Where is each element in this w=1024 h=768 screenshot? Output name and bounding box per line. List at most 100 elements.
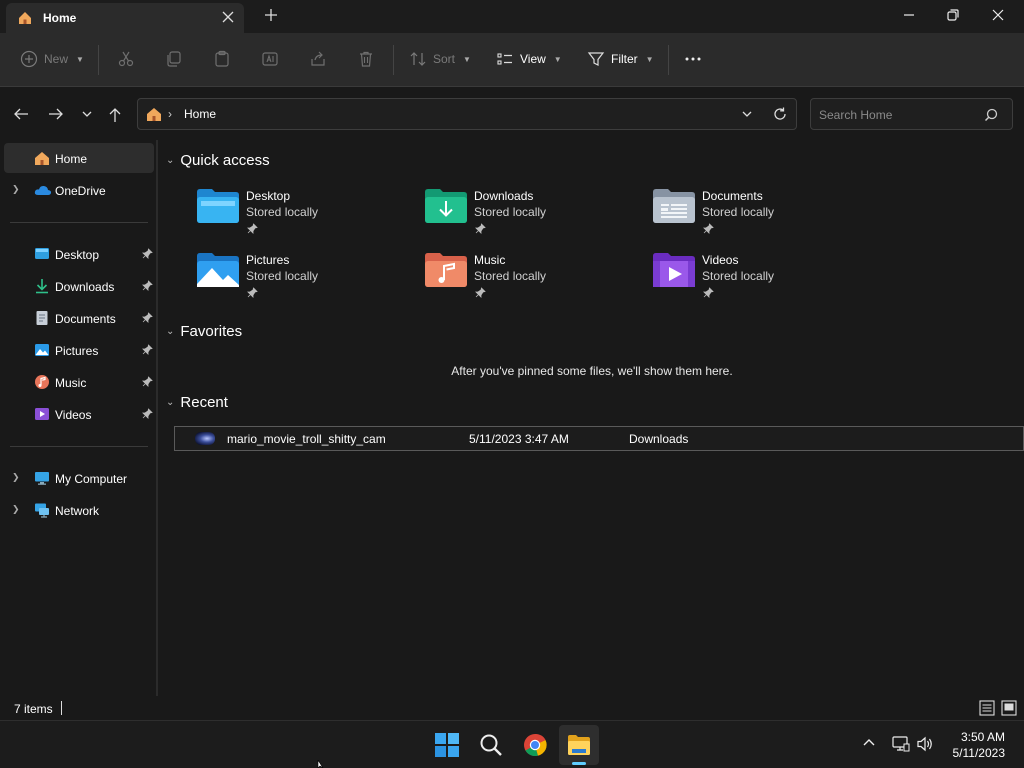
paste-icon[interactable] <box>213 50 231 68</box>
video-icon <box>34 406 50 422</box>
search-icon[interactable] <box>479 733 503 757</box>
address-dropdown-icon[interactable] <box>741 109 753 119</box>
pin-icon[interactable] <box>142 248 153 259</box>
sidebar-item-label: Pictures <box>55 344 99 358</box>
sort-icon <box>410 52 426 66</box>
quick-access-desktop[interactable]: Desktop Stored locally <box>196 184 416 242</box>
folder-status: Stored locally <box>246 269 319 283</box>
restore-button[interactable] <box>946 8 960 22</box>
mouse-cursor-icon <box>317 760 327 768</box>
recent-locations-chevron-icon[interactable] <box>81 107 93 121</box>
toolbar-divider <box>393 45 394 75</box>
filter-button[interactable]: Filter ▼ <box>587 50 654 68</box>
expand-chevron-icon[interactable]: ❯ <box>12 472 20 483</box>
file-explorer-icon[interactable] <box>567 733 591 757</box>
search-icon[interactable] <box>984 108 998 122</box>
sidebar-item-desktop[interactable]: Desktop <box>4 239 154 269</box>
command-bar: New ▼ Sort ▼ View ▼ Filter ▼ <box>0 33 1024 87</box>
tab-home[interactable]: Home <box>6 3 244 33</box>
details-view-icon[interactable] <box>979 700 995 716</box>
video-thumbnail <box>195 432 215 445</box>
search-input[interactable] <box>819 106 979 124</box>
sidebar-item-downloads[interactable]: Downloads <box>4 271 154 301</box>
home-icon <box>17 10 33 26</box>
sidebar-item-label: Videos <box>55 408 92 422</box>
folder-name: Documents <box>702 189 763 203</box>
folder-name: Music <box>474 253 506 267</box>
minimize-button[interactable] <box>902 8 916 22</box>
pin-icon[interactable] <box>142 280 153 291</box>
quick-access-header[interactable]: ⌄ Quick access <box>166 152 270 169</box>
pin-icon[interactable] <box>142 408 153 419</box>
delete-icon[interactable] <box>357 50 375 68</box>
folder-status: Stored locally <box>474 269 547 283</box>
pictures-folder-icon <box>196 252 240 288</box>
chrome-icon[interactable] <box>523 733 547 757</box>
more-icon[interactable] <box>684 50 702 68</box>
pin-icon[interactable] <box>142 312 153 323</box>
close-tab-icon[interactable] <box>222 11 234 23</box>
sidebar-item-onedrive[interactable]: ❯ OneDrive <box>4 175 154 205</box>
sidebar-item-documents[interactable]: Documents <box>4 303 154 333</box>
close-window-button[interactable] <box>991 8 1005 22</box>
tab-title: Home <box>43 11 77 25</box>
sidebar-item-label: Desktop <box>55 248 100 262</box>
sidebar-item-label: My Computer <box>55 472 128 486</box>
view-button[interactable]: View ▼ <box>496 50 562 68</box>
pin-icon <box>475 287 486 298</box>
refresh-icon[interactable] <box>772 106 788 122</box>
network-status-icon[interactable] <box>892 736 910 752</box>
sidebar-item-videos[interactable]: Videos <box>4 399 154 429</box>
cloud-icon <box>34 182 52 198</box>
forward-arrow-icon[interactable] <box>48 107 64 121</box>
show-hidden-icons-chevron-icon[interactable] <box>862 736 876 750</box>
recent-header[interactable]: ⌄ Recent <box>166 394 228 411</box>
quick-access-music[interactable]: Music Stored locally <box>424 248 644 306</box>
folder-status: Stored locally <box>702 205 775 219</box>
volume-icon[interactable] <box>916 736 934 752</box>
windows-start-icon[interactable] <box>435 733 459 757</box>
collapse-chevron-icon[interactable]: ⌄ <box>166 397 174 408</box>
sidebar-item-music[interactable]: Music <box>4 367 154 397</box>
breadcrumb-home[interactable]: Home <box>184 107 216 121</box>
pin-icon[interactable] <box>142 344 153 355</box>
sidebar-item-network[interactable]: ❯ Network <box>4 495 154 525</box>
recent-file-row[interactable]: mario_movie_troll_shitty_cam 5/11/2023 3… <box>174 426 1024 451</box>
up-arrow-icon[interactable] <box>108 107 122 123</box>
pin-icon[interactable] <box>142 376 153 387</box>
desktop-folder-icon <box>196 188 240 224</box>
quick-access-downloads[interactable]: Downloads Stored locally <box>424 184 644 242</box>
expand-chevron-icon[interactable]: ❯ <box>12 184 20 195</box>
home-icon <box>146 107 162 122</box>
search-box[interactable] <box>810 98 1013 130</box>
sidebar-item-home[interactable]: Home <box>4 143 154 173</box>
sidebar-item-label: OneDrive <box>55 184 106 198</box>
sidebar-item-my-computer[interactable]: ❯ My Computer <box>4 463 154 493</box>
quick-access-documents[interactable]: Documents Stored locally <box>652 184 872 242</box>
collapse-chevron-icon[interactable]: ⌄ <box>166 155 174 166</box>
system-clock[interactable]: 3:50 AM 5/11/2023 <box>953 729 1006 761</box>
copy-icon[interactable] <box>165 50 183 68</box>
new-tab-button[interactable] <box>264 8 278 22</box>
folder-name: Downloads <box>474 189 534 203</box>
downloads-folder-icon <box>424 188 468 224</box>
quick-access-pictures[interactable]: Pictures Stored locally <box>196 248 416 306</box>
new-button[interactable]: New ▼ <box>20 50 84 68</box>
rename-icon[interactable] <box>261 50 279 68</box>
file-location: Downloads <box>629 432 689 446</box>
collapse-chevron-icon[interactable]: ⌄ <box>166 326 174 337</box>
quick-access-videos[interactable]: Videos Stored locally <box>652 248 872 306</box>
favorites-header[interactable]: ⌄ Favorites <box>166 323 242 340</box>
sort-button[interactable]: Sort ▼ <box>409 50 471 68</box>
cut-icon[interactable] <box>117 50 135 68</box>
tiles-view-icon[interactable] <box>1001 700 1017 716</box>
pin-icon <box>247 223 258 234</box>
navigation-pane: Home ❯ OneDrive Desktop Downloads Docume… <box>0 140 158 696</box>
address-bar[interactable]: › Home <box>137 98 797 130</box>
folder-name: Videos <box>702 253 739 267</box>
clock-date: 5/11/2023 <box>952 746 1006 760</box>
expand-chevron-icon[interactable]: ❯ <box>12 504 20 515</box>
back-arrow-icon[interactable] <box>13 107 29 121</box>
sidebar-item-pictures[interactable]: Pictures <box>4 335 154 365</box>
share-icon[interactable] <box>309 50 327 68</box>
